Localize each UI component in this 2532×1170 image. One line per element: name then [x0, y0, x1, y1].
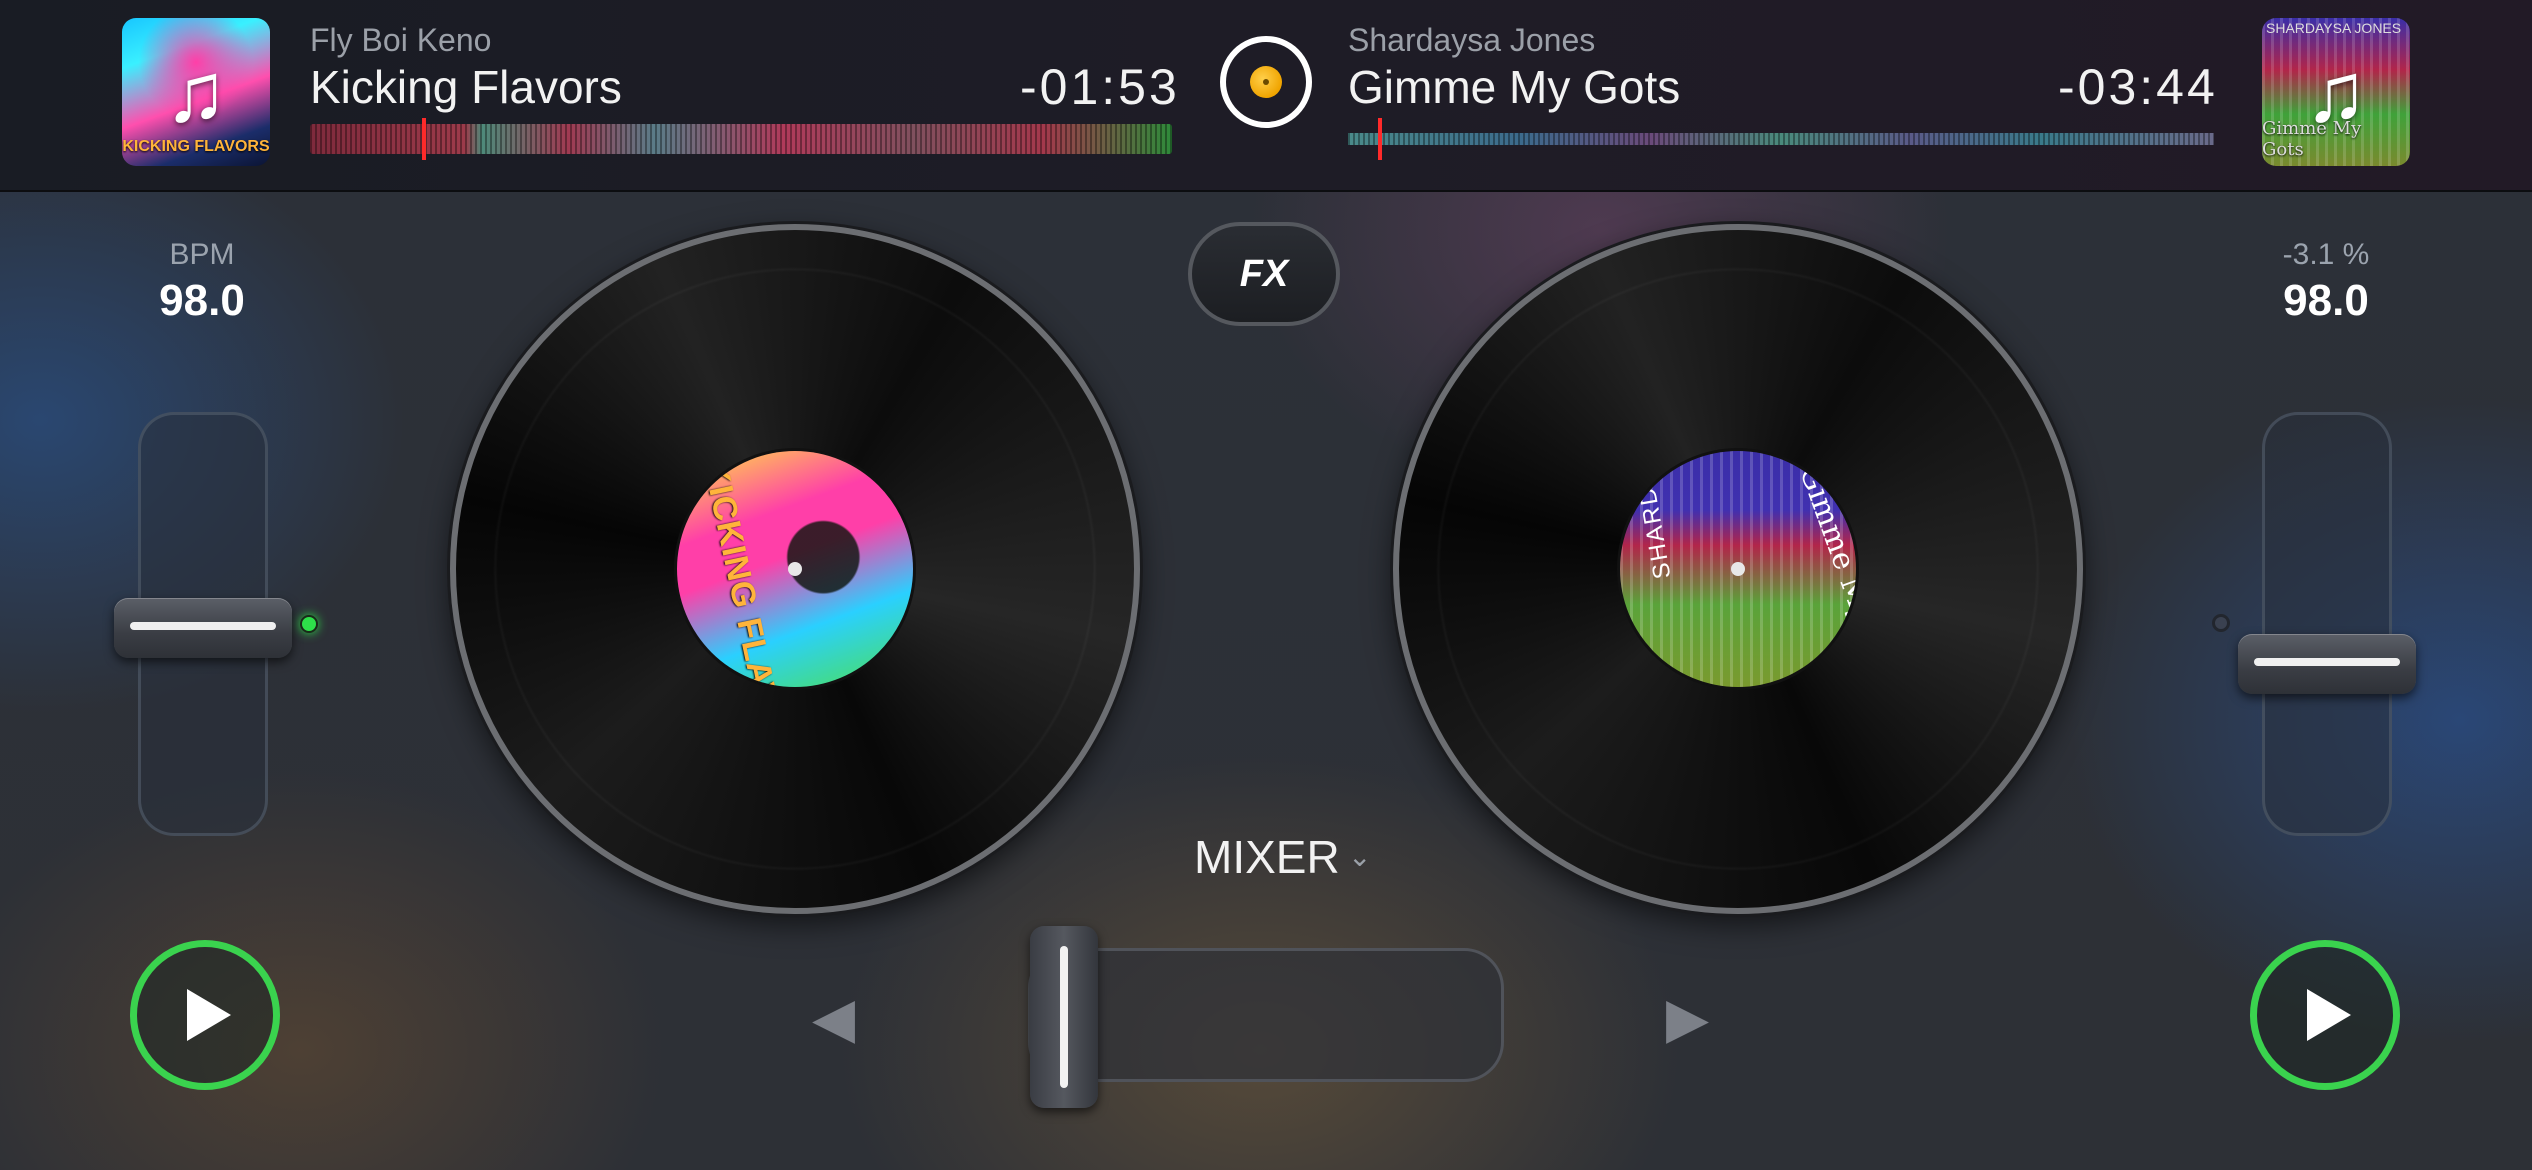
left-play-button[interactable] — [130, 940, 280, 1090]
right-bpm-value[interactable]: 98.0 — [2226, 276, 2426, 326]
left-pitch-fader-handle[interactable] — [114, 597, 292, 658]
left-time-remaining: -01:53 — [1020, 59, 1180, 115]
left-bpm-value[interactable]: 98.0 — [102, 276, 302, 326]
left-waveform[interactable] — [310, 124, 1172, 154]
sync-icon — [1250, 66, 1282, 98]
right-time-remaining: -03:44 — [2058, 59, 2218, 115]
right-artwork-caption: Gimme My Gots — [2262, 118, 2362, 160]
right-waveform[interactable] — [1348, 133, 2214, 145]
play-icon — [2307, 989, 2351, 1041]
left-bpm-label: BPM — [169, 238, 235, 271]
music-note-icon: ♫ — [164, 45, 228, 139]
right-record-label-text: Gimme My Gots — [1792, 461, 1856, 687]
left-track-artwork[interactable]: ♫ KICKING FLAVORS — [122, 18, 270, 166]
right-artist: Shardaysa Jones — [1348, 22, 1596, 58]
top-bar: ♫ KICKING FLAVORS Fly Boi Keno Kicking F… — [0, 0, 2532, 192]
right-spindle — [1731, 562, 1745, 576]
right-record-label-artist: SHARDAYSA JONES — [1620, 451, 1678, 581]
arrow-left-icon[interactable]: ◀ — [812, 985, 855, 1051]
left-artist: Fly Boi Keno — [310, 22, 492, 58]
sync-button[interactable] — [1220, 36, 1312, 128]
left-record-label-text: KICKING FLAVORS — [695, 457, 802, 687]
left-pitch-led — [300, 615, 318, 633]
left-playhead — [422, 118, 427, 160]
left-title: Kicking Flavors — [310, 61, 622, 113]
fx-button[interactable]: FX — [1188, 222, 1340, 326]
arrow-right-icon[interactable]: ▶ — [1666, 985, 1709, 1051]
right-pitch-led — [2212, 614, 2230, 632]
left-artwork-caption: KICKING FLAVORS — [122, 138, 270, 155]
crossfader-track[interactable] — [1028, 948, 1504, 1082]
crossfader-handle[interactable] — [1030, 926, 1098, 1108]
right-artwork-caption-top: SHARDAYSA JONES — [2266, 20, 2402, 36]
right-track-artwork[interactable]: SHARDAYSA JONES ♫ Gimme My Gots — [2262, 18, 2410, 166]
right-pitch-label: -3.1 % — [2282, 238, 2370, 271]
right-title: Gimme My Gots — [1348, 61, 1681, 113]
mixer-toggle[interactable]: MIXER — [1194, 830, 1340, 884]
right-play-button[interactable] — [2250, 940, 2400, 1090]
right-pitch-fader-track[interactable] — [2262, 412, 2392, 836]
right-playhead — [1378, 118, 1383, 160]
left-turntable[interactable]: KICKING FLAVORS — [450, 224, 1140, 914]
right-pitch-fader-handle[interactable] — [2238, 634, 2416, 695]
right-turntable[interactable]: Gimme My Gots SHARDAYSA JONES — [1393, 224, 2083, 914]
chevron-down-icon[interactable]: ⌄ — [1348, 840, 1371, 873]
left-spindle — [788, 562, 802, 576]
play-icon — [187, 989, 231, 1041]
